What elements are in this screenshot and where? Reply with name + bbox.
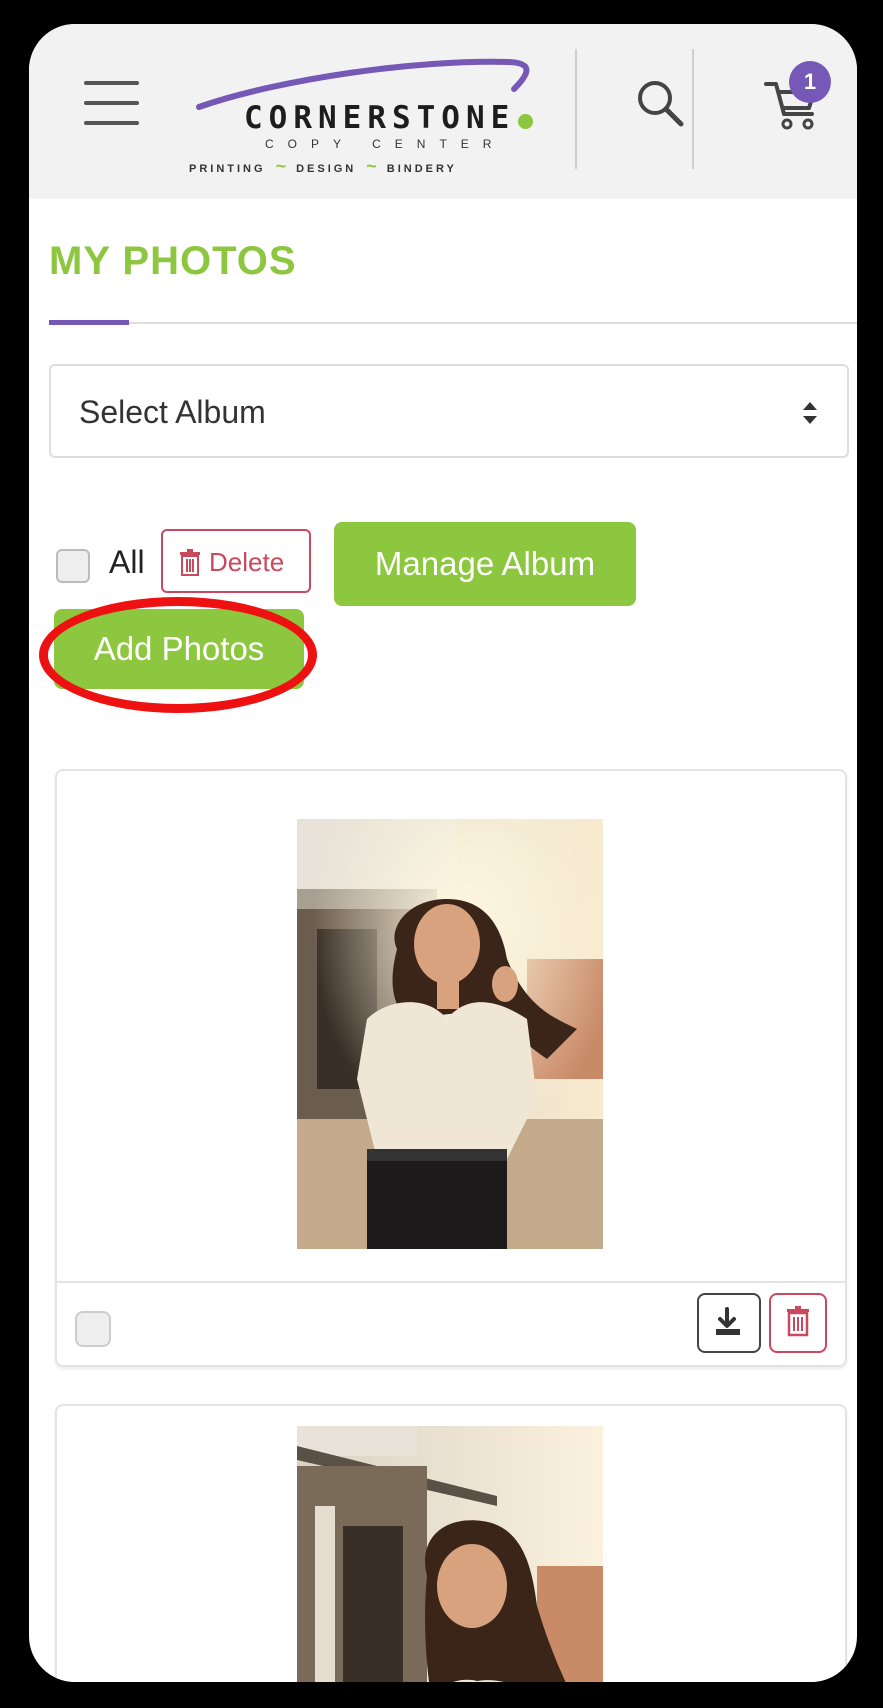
header-divider [575, 49, 577, 169]
page-title: MY PHOTOS [49, 239, 297, 283]
title-underline [49, 322, 857, 324]
delete-photo-button[interactable] [769, 1293, 827, 1353]
manage-album-button[interactable]: Manage Album [334, 522, 636, 606]
cart-count-badge[interactable]: 1 [789, 61, 831, 103]
photo-card [55, 769, 847, 1367]
album-select[interactable]: Select Album [49, 364, 849, 458]
photo-card [55, 1404, 847, 1682]
logo-tagline: PRINTING ~ DESIGN ~ BINDERY [189, 156, 457, 176]
select-all-label: All [109, 544, 145, 580]
logo-name: CORNERSTONE [244, 100, 516, 136]
trash-icon [180, 549, 200, 576]
hamburger-icon[interactable] [84, 81, 139, 125]
photo-card-footer [57, 1281, 845, 1369]
trash-icon [787, 1306, 809, 1337]
download-icon [716, 1307, 740, 1335]
screen: CORNERSTONE COPY CENTER PRINTING ~ DESIGN ~… [29, 24, 857, 1682]
select-all-checkbox[interactable] [56, 549, 90, 583]
highlight-annotation-circle [39, 597, 317, 713]
site-logo[interactable]: CORNERSTONE COPY CENTER PRINTING ~ DESIGN ~… [189, 44, 569, 179]
search-icon[interactable] [633, 76, 689, 132]
phone-frame: CORNERSTONE COPY CENTER PRINTING ~ DESIGN ~… [0, 0, 883, 1708]
download-button[interactable] [697, 1293, 761, 1353]
select-arrows-icon [803, 402, 817, 424]
site-header: CORNERSTONE COPY CENTER PRINTING ~ DESIGN ~… [29, 24, 857, 199]
logo-dot [518, 114, 533, 129]
album-select-value: Select Album [79, 394, 266, 430]
photo-thumbnail[interactable] [297, 819, 603, 1249]
logo-subtitle: COPY CENTER [265, 137, 506, 151]
header-divider [692, 49, 694, 169]
delete-button-label: Delete [209, 547, 285, 577]
title-accent-bar [49, 320, 129, 325]
photo-thumbnail[interactable] [297, 1426, 603, 1682]
photo-select-checkbox[interactable] [75, 1311, 111, 1347]
delete-button[interactable]: Delete [161, 529, 311, 593]
